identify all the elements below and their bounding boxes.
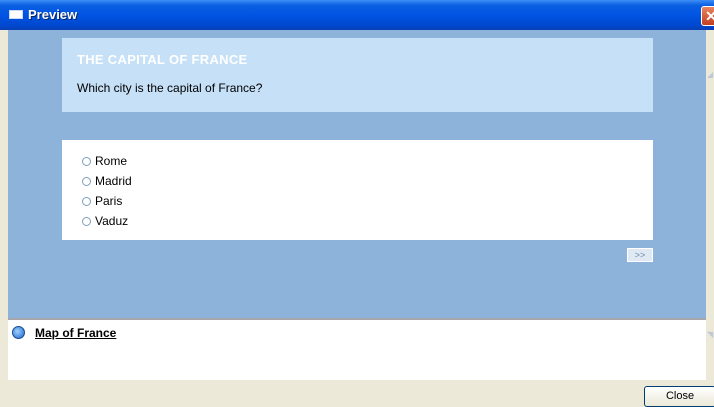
answer-label: Paris <box>95 194 123 208</box>
next-button[interactable]: >> <box>627 248 653 262</box>
bottom-bar: Close <box>0 380 714 407</box>
radio-button[interactable] <box>82 177 91 186</box>
radio-button[interactable] <box>82 157 91 166</box>
question-title: THE CAPITAL OF FRANCE <box>77 52 248 67</box>
window-title: Preview <box>28 7 78 22</box>
answer-option[interactable]: Paris <box>82 193 122 209</box>
window-frame-left <box>0 30 8 320</box>
answer-option[interactable]: Vaduz <box>82 213 128 229</box>
answer-label: Rome <box>95 154 128 168</box>
close-button[interactable]: Close <box>644 386 714 407</box>
answer-list: Rome Madrid Paris Vaduz <box>62 140 653 240</box>
window-titlebar: Preview ✕ <box>0 0 714 30</box>
question-text: Which city is the capital of France? <box>77 81 263 95</box>
answer-option[interactable]: Madrid <box>82 173 132 189</box>
answer-label: Vaduz <box>95 214 129 228</box>
answer-option[interactable]: Rome <box>82 153 127 169</box>
radio-button[interactable] <box>82 197 91 206</box>
question-header: THE CAPITAL OF FRANCE Which city is the … <box>62 38 653 112</box>
radio-button[interactable] <box>82 217 91 226</box>
links-panel: Map of France <box>8 320 706 380</box>
scroll-up-icon[interactable]: ◢ <box>707 70 714 82</box>
scroll-down-icon[interactable]: ◥ <box>707 330 714 342</box>
window-close-button[interactable]: ✕ <box>701 6 714 26</box>
map-of-france-link[interactable]: Map of France <box>35 326 116 340</box>
preview-area: THE CAPITAL OF FRANCE Which city is the … <box>8 30 713 339</box>
answer-label: Madrid <box>95 174 132 188</box>
window-icon <box>9 10 23 19</box>
document-link-icon <box>12 326 25 339</box>
